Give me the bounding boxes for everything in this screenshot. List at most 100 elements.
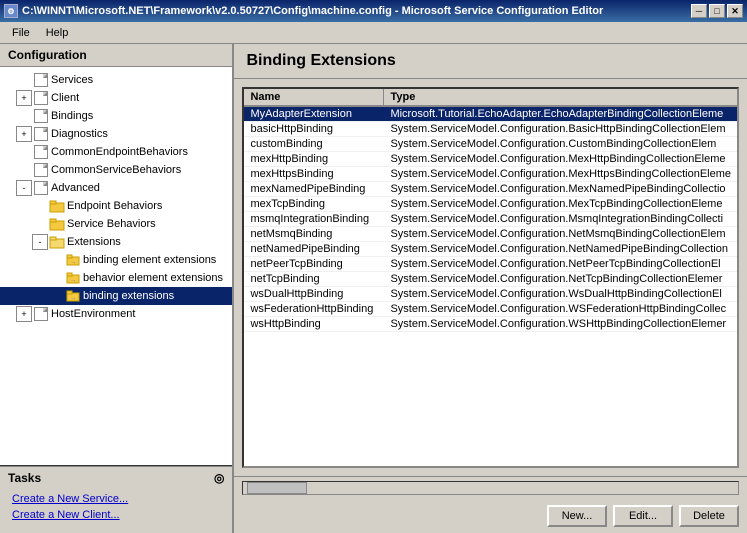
edit-button[interactable]: Edit... [613, 505, 673, 527]
config-tree: Services + Client Bindings + Di [0, 67, 232, 465]
cell-type: System.ServiceModel.Configuration.MexTcp… [384, 197, 737, 211]
create-client-link[interactable]: Create a New Client... [12, 509, 220, 521]
cell-name: mexNamedPipeBinding [244, 182, 384, 196]
table-row[interactable]: mexTcpBindingSystem.ServiceModel.Configu… [244, 197, 737, 212]
table-header: Name Type [244, 89, 737, 107]
table-row[interactable]: netTcpBindingSystem.ServiceModel.Configu… [244, 272, 737, 287]
cell-name: netTcpBinding [244, 272, 384, 286]
col-name[interactable]: Name [244, 89, 384, 105]
tree-item-services[interactable]: Services [0, 71, 232, 89]
tree-item-extensions[interactable]: - Extensions [0, 233, 232, 251]
cell-type: System.ServiceModel.Configuration.WSHttp… [384, 317, 737, 331]
delete-button[interactable]: Delete [679, 505, 739, 527]
tree-item-commonendpoint[interactable]: CommonEndpointBehaviors [0, 143, 232, 161]
table-row[interactable]: mexHttpsBindingSystem.ServiceModel.Confi… [244, 167, 737, 182]
tree-item-endpointbehaviors[interactable]: Endpoint Behaviors [0, 197, 232, 215]
right-panel-header: Binding Extensions [234, 44, 747, 79]
close-button[interactable]: ✕ [727, 4, 743, 18]
tree-toggle-commonservice [16, 162, 32, 178]
tree-toggle-bindingelext [48, 252, 64, 268]
svg-text:→: → [70, 259, 77, 266]
title-bar: ⚙ C:\WINNT\Microsoft.NET\Framework\v2.0.… [0, 0, 747, 22]
cell-type: System.ServiceModel.Configuration.NetMsm… [384, 227, 737, 241]
tree-toggle-bindings [16, 108, 32, 124]
page-icon-advanced [33, 180, 49, 196]
tree-item-bindingelext[interactable]: → binding element extensions [0, 251, 232, 269]
menu-file[interactable]: File [4, 25, 38, 41]
tree-toggle-client[interactable]: + [16, 90, 32, 106]
tree-toggle-diagnostics[interactable]: + [16, 126, 32, 142]
cell-name: mexHttpsBinding [244, 167, 384, 181]
table-row[interactable]: msmqIntegrationBindingSystem.ServiceMode… [244, 212, 737, 227]
cell-name: msmqIntegrationBinding [244, 212, 384, 226]
tree-item-diagnostics[interactable]: + Diagnostics [0, 125, 232, 143]
folder-icon-servicebehaviors [49, 216, 65, 232]
tree-item-behaviorelext[interactable]: → behavior element extensions [0, 269, 232, 287]
new-button[interactable]: New... [547, 505, 607, 527]
table-row[interactable]: mexHttpBindingSystem.ServiceModel.Config… [244, 152, 737, 167]
table-row[interactable]: netPeerTcpBindingSystem.ServiceModel.Con… [244, 257, 737, 272]
cell-name: netPeerTcpBinding [244, 257, 384, 271]
tasks-content: Create a New Service... Create a New Cli… [0, 489, 232, 533]
scrollbar-area [234, 476, 747, 499]
folder-icon-bindingelext: → [65, 252, 81, 268]
folder-icon-endpointbehaviors [49, 198, 65, 214]
cell-name: mexHttpBinding [244, 152, 384, 166]
cell-type: System.ServiceModel.Configuration.WSFede… [384, 302, 737, 316]
page-icon-diagnostics [33, 126, 49, 142]
table-row[interactable]: wsHttpBindingSystem.ServiceModel.Configu… [244, 317, 737, 332]
tree-item-commonservice[interactable]: CommonServiceBehaviors [0, 161, 232, 179]
left-panel: Configuration Services + Client [0, 44, 234, 533]
table-row[interactable]: MyAdapterExtensionMicrosoft.Tutorial.Ech… [244, 107, 737, 122]
menu-help[interactable]: Help [38, 25, 77, 41]
maximize-button[interactable]: □ [709, 4, 725, 18]
table-row[interactable]: basicHttpBindingSystem.ServiceModel.Conf… [244, 122, 737, 137]
tree-toggle-hostenvironment[interactable]: + [16, 306, 32, 322]
tree-toggle-advanced[interactable]: - [16, 180, 32, 196]
table-row[interactable]: netMsmqBindingSystem.ServiceModel.Config… [244, 227, 737, 242]
table-row[interactable]: customBindingSystem.ServiceModel.Configu… [244, 137, 737, 152]
table-row[interactable]: wsDualHttpBindingSystem.ServiceModel.Con… [244, 287, 737, 302]
folder-icon-bindingext: → [65, 288, 81, 304]
tree-toggle-behaviorelext [48, 270, 64, 286]
tree-toggle-commonendpoint [16, 144, 32, 160]
cell-type: System.ServiceModel.Configuration.NetTcp… [384, 272, 737, 286]
app-icon: ⚙ [4, 4, 18, 18]
tree-item-advanced[interactable]: - Advanced [0, 179, 232, 197]
table-row[interactable]: wsFederationHttpBindingSystem.ServiceMod… [244, 302, 737, 317]
scroll-thumb[interactable] [247, 482, 307, 494]
tree-item-hostenvironment[interactable]: + HostEnvironment [0, 305, 232, 323]
tree-item-bindingext[interactable]: → binding extensions [0, 287, 232, 305]
cell-name: netNamedPipeBinding [244, 242, 384, 256]
cell-name: wsFederationHttpBinding [244, 302, 384, 316]
col-type[interactable]: Type [384, 89, 737, 105]
tasks-header[interactable]: Tasks ◎ [0, 467, 232, 489]
folder-icon-extensions [49, 234, 65, 250]
minimize-button[interactable]: ─ [691, 4, 707, 18]
tree-toggle-extensions[interactable]: - [32, 234, 48, 250]
svg-text:→: → [70, 277, 77, 284]
main-layout: Configuration Services + Client [0, 44, 747, 533]
title-bar-text: ⚙ C:\WINNT\Microsoft.NET\Framework\v2.0.… [4, 4, 603, 18]
table-body: MyAdapterExtensionMicrosoft.Tutorial.Ech… [244, 107, 737, 466]
cell-name: customBinding [244, 137, 384, 151]
cell-name: wsHttpBinding [244, 317, 384, 331]
tree-toggle-endpointbehaviors [32, 198, 48, 214]
page-icon-bindings [33, 108, 49, 124]
title-bar-buttons: ─ □ ✕ [691, 4, 743, 18]
table-row[interactable]: netNamedPipeBindingSystem.ServiceModel.C… [244, 242, 737, 257]
table-row[interactable]: mexNamedPipeBindingSystem.ServiceModel.C… [244, 182, 737, 197]
cell-name: basicHttpBinding [244, 122, 384, 136]
config-header: Configuration [0, 44, 232, 67]
binding-extensions-table: Name Type MyAdapterExtensionMicrosoft.Tu… [242, 87, 739, 468]
horizontal-scrollbar[interactable] [242, 481, 739, 495]
cell-type: System.ServiceModel.Configuration.MexNam… [384, 182, 737, 196]
cell-name: mexTcpBinding [244, 197, 384, 211]
tree-item-bindings[interactable]: Bindings [0, 107, 232, 125]
cell-name: MyAdapterExtension [244, 107, 384, 121]
tree-item-servicebehaviors[interactable]: Service Behaviors [0, 215, 232, 233]
tree-toggle-servicebehaviors [32, 216, 48, 232]
create-service-link[interactable]: Create a New Service... [12, 493, 220, 505]
cell-type: System.ServiceModel.Configuration.NetPee… [384, 257, 737, 271]
tree-item-client[interactable]: + Client [0, 89, 232, 107]
